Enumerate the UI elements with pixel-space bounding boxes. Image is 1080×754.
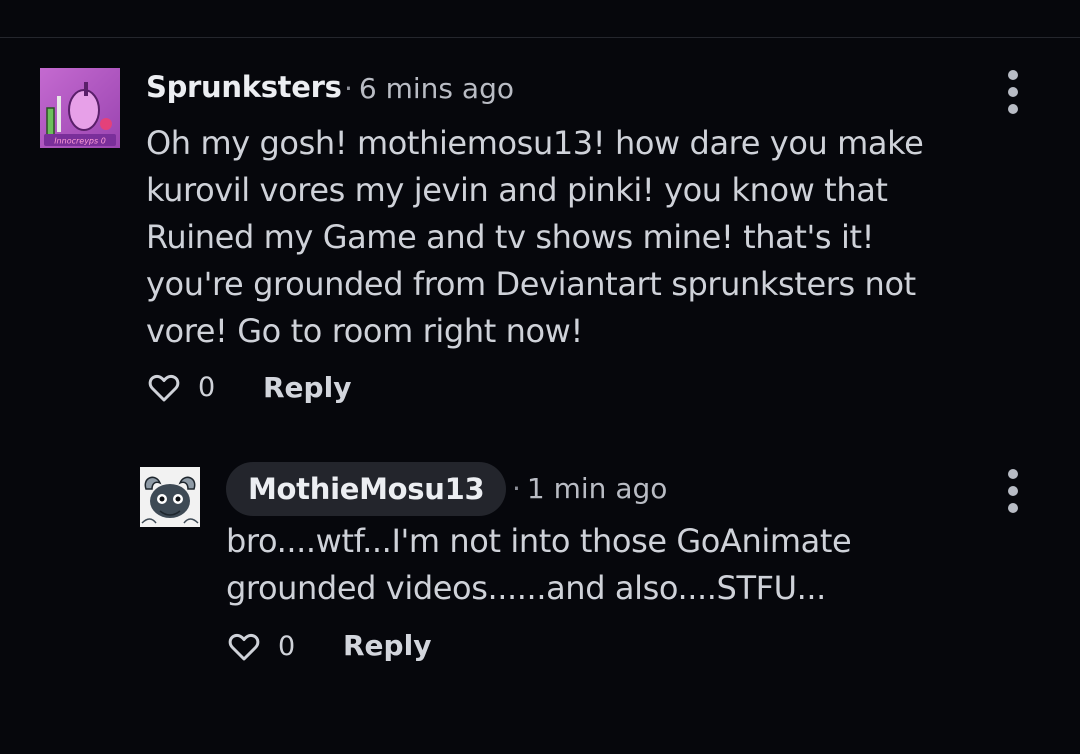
reply-button[interactable]: Reply [343,629,431,662]
heart-outline-icon [228,633,260,660]
top-divider [0,37,1080,38]
heart-outline-icon [148,374,180,401]
comment-body: Oh my gosh! mothiemosu13! how dare you m… [146,124,924,350]
timestamp-text: 1 min ago [526,472,668,505]
timestamp-separator: · [344,72,353,105]
comment-username[interactable]: Sprunksters [146,70,342,104]
like-button[interactable]: 0 [228,631,295,662]
reply-button[interactable]: Reply [263,371,351,404]
comment-username[interactable]: MothieMosu13 [248,472,485,506]
comment-timestamp: · 1 min ago [512,472,667,505]
avatar-watermark-text: Innocreyps 0 [54,137,106,146]
avatar-sprunksters[interactable]: Innocreyps 0 [40,68,120,148]
like-count: 0 [198,372,216,403]
comment-menu-icon[interactable] [1006,469,1020,513]
timestamp-separator: · [512,472,521,505]
comment-menu-icon[interactable] [1006,70,1020,114]
comment-body: bro....wtf...I'm not into those GoAnimat… [226,522,852,607]
like-count: 0 [278,631,296,662]
comment-timestamp: · 6 mins ago [344,72,514,105]
like-button[interactable]: 0 [148,372,215,403]
comment-thread: Innocreyps 0 Sprunksters · 6 mins ago Oh … [0,0,1080,754]
avatar-mothiemosu13[interactable] [140,467,200,527]
timestamp-text: 6 mins ago [358,72,514,105]
reply-username-pill[interactable]: MothieMosu13 [226,462,507,516]
